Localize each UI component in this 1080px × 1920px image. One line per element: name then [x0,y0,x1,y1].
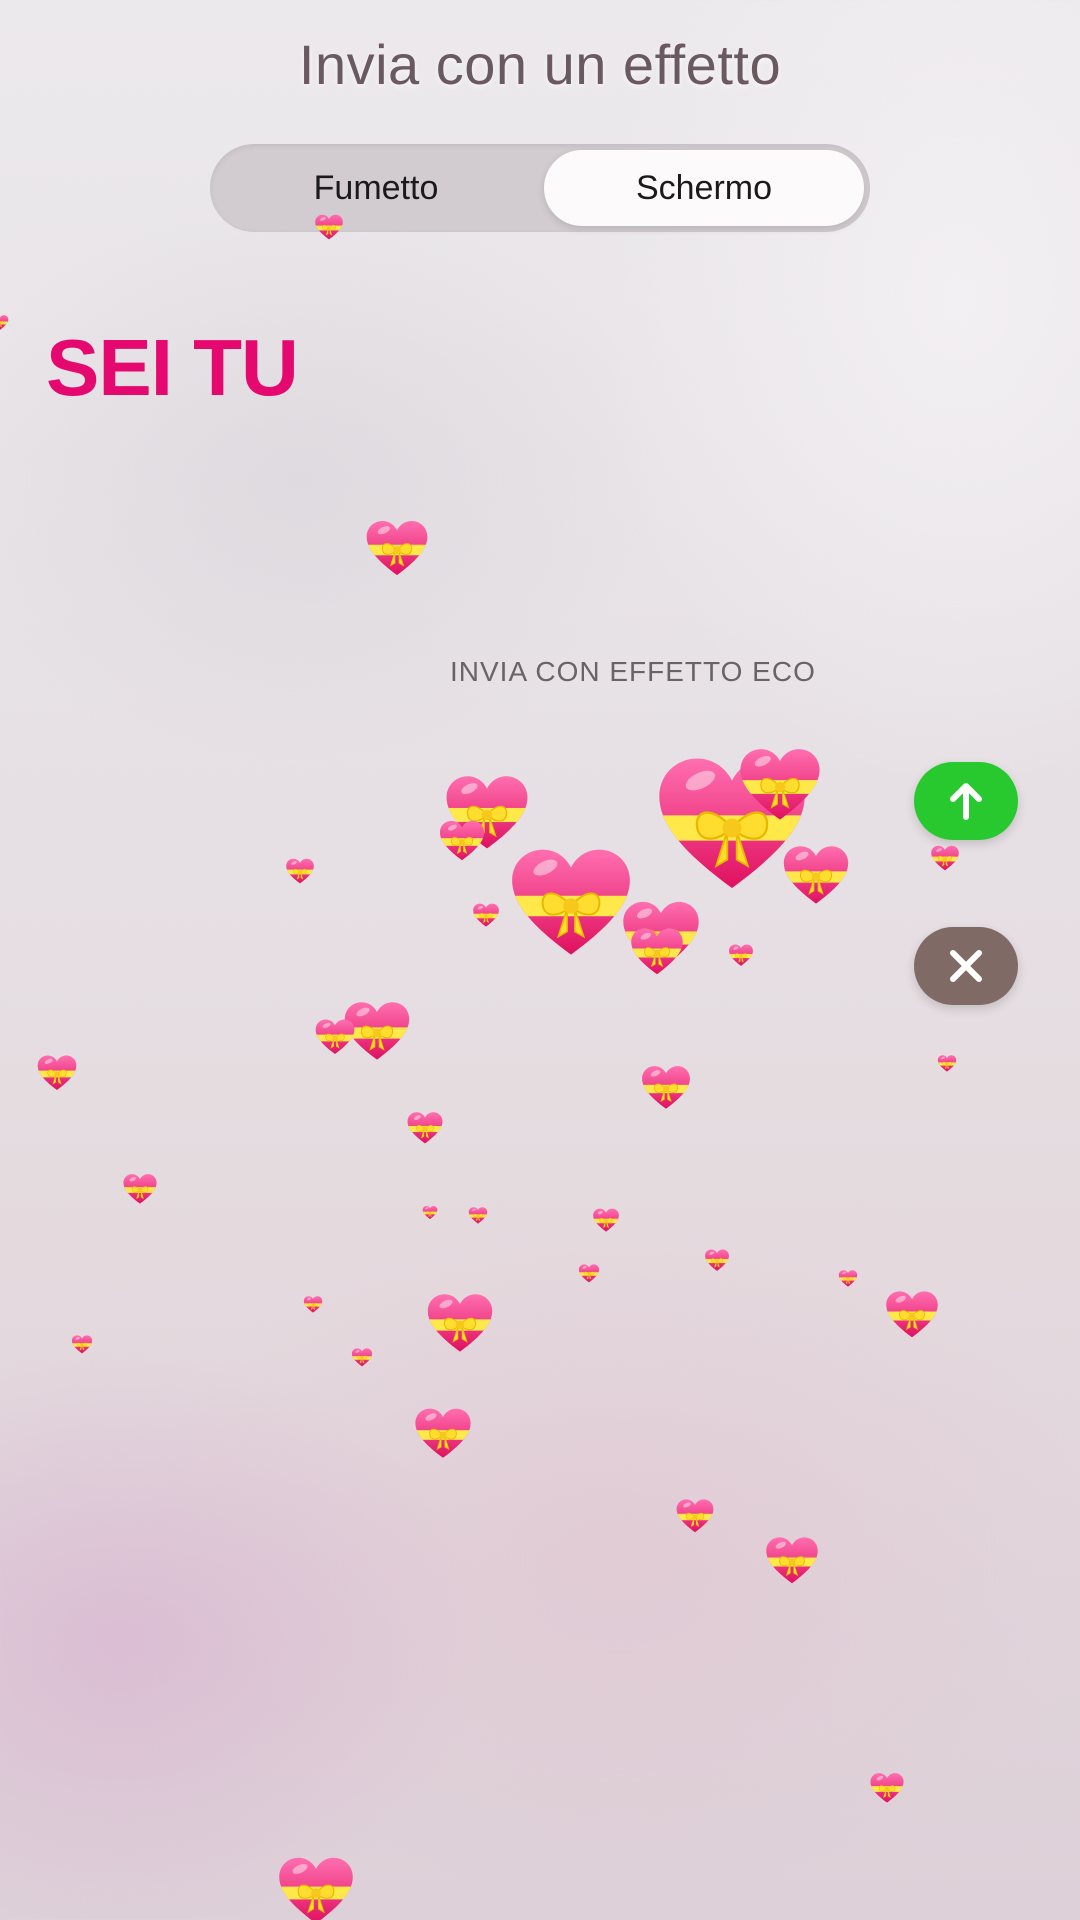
cancel-button[interactable] [914,927,1018,1005]
effect-type-segmented-control[interactable]: Fumetto Schermo [210,144,870,232]
heart-with-ribbon-icon [37,1055,77,1090]
tab-screen[interactable]: Schermo [544,150,864,226]
heart-with-ribbon-icon [838,1269,858,1287]
heart-with-ribbon-icon [473,903,499,927]
heart-with-ribbon-icon [422,1205,438,1219]
heart-with-ribbon-icon [123,1174,157,1205]
heart-with-ribbon-icon [642,1066,690,1109]
effect-name-label: INVIA CON EFFETTO ECO [450,656,816,687]
heart-with-ribbon-icon [366,520,428,575]
heart-with-ribbon-icon [512,849,630,955]
heart-with-ribbon-icon [766,1537,818,1584]
heart-with-ribbon-icon [351,1348,373,1367]
heart-with-ribbon-icon [870,1773,904,1804]
heart-with-ribbon-icon [740,749,820,821]
heart-with-ribbon-icon [676,1498,714,1532]
heart-with-ribbon-icon [303,1295,323,1313]
heart-with-ribbon-icon [407,1111,443,1143]
heart-with-ribbon-icon [286,858,314,884]
heart-with-ribbon-icon [886,1291,938,1338]
heart-with-ribbon-icon [315,214,343,240]
page-title: Invia con un effetto [298,33,782,96]
arrow-up-icon [950,783,982,820]
heart-with-ribbon-icon [937,1054,957,1072]
heart-with-ribbon-icon [315,1019,355,1054]
heart-with-ribbon-icon [468,1206,488,1224]
send-button[interactable] [914,762,1018,840]
heart-with-ribbon-icon [705,1249,729,1271]
heart-with-ribbon-icon [578,1264,600,1283]
heart-with-ribbon-icon [279,1857,353,1920]
heart-with-ribbon-icon [439,820,485,861]
heart-with-ribbon-icon [729,944,753,966]
heart-with-ribbon-icon [427,1293,493,1352]
heart-with-ribbon-icon [631,928,683,975]
message-preview: SEI TU [46,323,299,412]
tab-bubble[interactable]: Fumetto [216,150,536,226]
heart-with-ribbon-icon [415,1408,471,1459]
close-icon [950,950,982,982]
heart-with-ribbon-icon [931,845,959,871]
heart-with-ribbon-icon [0,314,9,330]
heart-with-ribbon-icon [593,1208,619,1232]
heart-with-ribbon-icon [71,1335,93,1354]
heart-with-ribbon-icon [783,845,849,904]
